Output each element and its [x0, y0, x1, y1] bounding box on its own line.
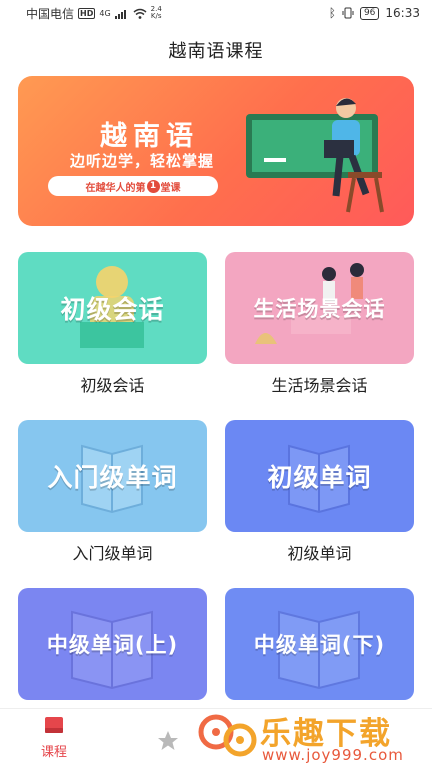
card-image-text: 初级单词: [267, 463, 372, 492]
clock: 16:33: [385, 6, 420, 20]
course-card-intermediate-words-part1[interactable]: 中级单词(上): [18, 588, 207, 700]
carrier-name: 中国电信: [26, 6, 75, 21]
course-card-intermediate-words-part2[interactable]: 中级单词(下): [225, 588, 414, 700]
watermark-logo-icon: [198, 714, 257, 757]
banner-title: 越南语: [100, 121, 199, 152]
course-list: 越南语 边听边学，轻松掌握 在越华人的第 1 堂课 初级会话 初级会话 生活场景…: [0, 74, 432, 708]
watermark-url: www.joy999.com: [262, 746, 404, 764]
watermark: 乐趣下载 www.joy999.com: [196, 706, 432, 768]
card-image-text: 生活场景会话: [253, 297, 386, 321]
course-card-basic-conversation[interactable]: 初级会话: [18, 252, 207, 364]
nav-label: 课程: [40, 745, 67, 760]
bluetooth-icon: ᛒ: [328, 6, 336, 20]
hd-badge: HD: [78, 7, 96, 19]
network-speed: 2.4 K/s: [150, 5, 162, 20]
page-title: 越南语课程: [168, 41, 264, 62]
battery-icon: 96: [359, 6, 380, 20]
status-bar: 中国电信 HD 4G 2.4 K/s ᛒ 96 16:33: [0, 0, 432, 26]
card-label[interactable]: 生活场景会话: [225, 372, 414, 396]
card-image-text: 中级单词(下): [253, 633, 386, 657]
course-banner[interactable]: 越南语 边听边学，轻松掌握 在越华人的第 1 堂课: [18, 76, 414, 226]
nav-tab-favorites[interactable]: [138, 729, 198, 757]
banner-subtitle: 边听边学，轻松掌握: [70, 152, 215, 170]
book-icon: [45, 717, 63, 733]
card-image-text: 初级会话: [60, 295, 165, 324]
card-label[interactable]: 初级会话: [18, 372, 207, 396]
lesson-number-badge: 1: [146, 179, 160, 193]
vibrate-icon: [342, 7, 354, 19]
card-image-text: 入门级单词: [47, 463, 178, 492]
nav-tab-courses[interactable]: 课程: [24, 715, 84, 760]
signal-icon: [114, 9, 126, 19]
app-header: 越南语课程: [0, 26, 432, 74]
wifi-icon: [133, 8, 147, 19]
star-icon: [158, 731, 178, 750]
course-card-daily-life-conversation[interactable]: 生活场景会话: [225, 252, 414, 364]
teacher-illustration: [246, 98, 384, 213]
card-image-text: 中级单词(上): [46, 633, 179, 657]
card-label[interactable]: 初级单词: [225, 540, 414, 564]
course-card-elementary-words[interactable]: 初级单词: [225, 420, 414, 532]
course-card-beginner-words[interactable]: 入门级单词: [18, 420, 207, 532]
banner-tagline: 在越华人的第 1 堂课: [48, 176, 218, 196]
network-type: 4G: [99, 8, 111, 18]
card-label[interactable]: 入门级单词: [18, 540, 207, 564]
